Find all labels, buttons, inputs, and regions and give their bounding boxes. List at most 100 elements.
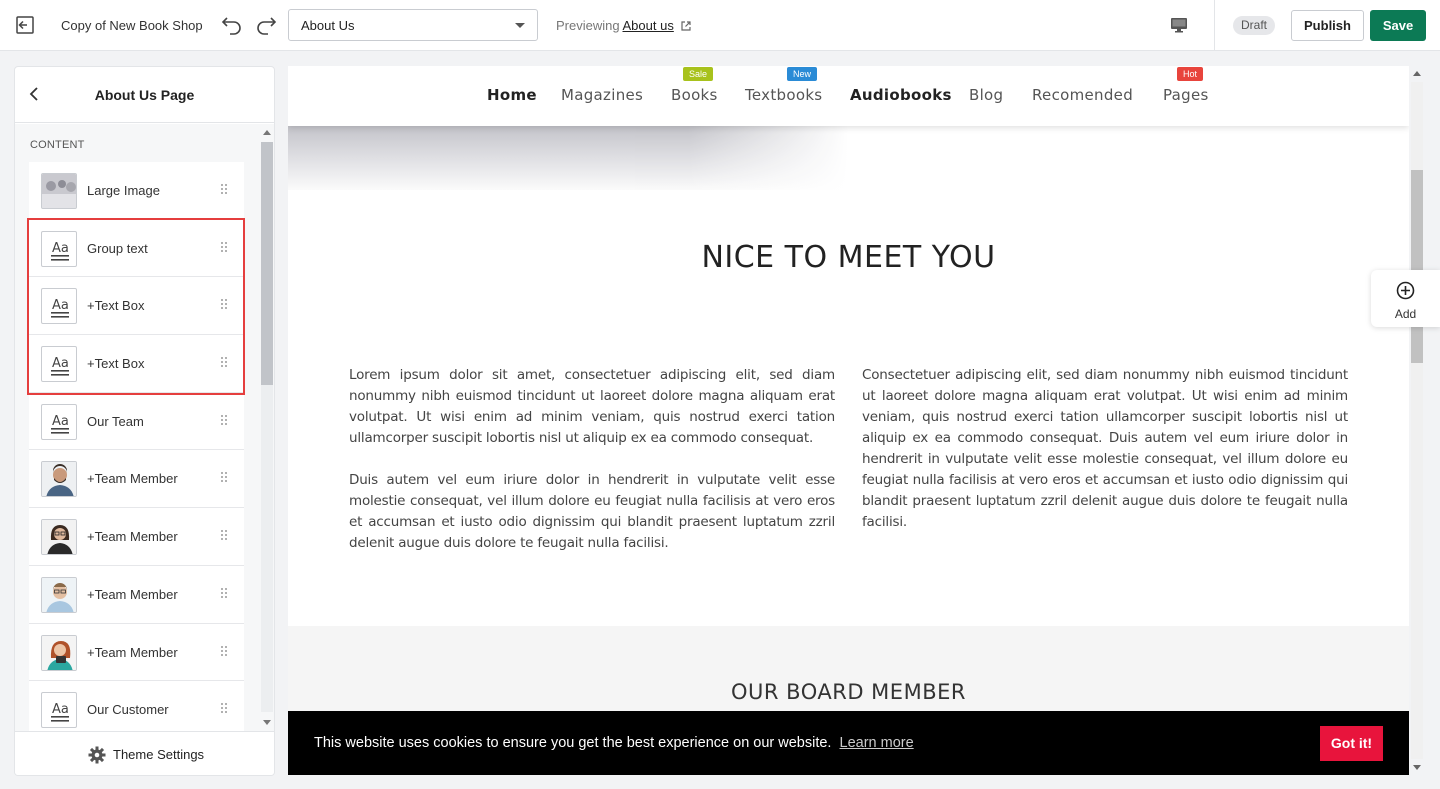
scroll-down-icon[interactable] <box>1413 765 1421 770</box>
section-item-team-member[interactable]: +Team Member <box>29 565 244 624</box>
scroll-down-icon[interactable] <box>263 720 271 725</box>
drag-handle-icon[interactable] <box>221 587 227 600</box>
image-thumbnail <box>41 173 77 209</box>
text-box-paragraph: Duis autem vel eum iriure dolor in hendr… <box>349 472 835 551</box>
person-thumbnail <box>41 519 77 556</box>
text-icon: Aa <box>41 346 77 383</box>
drag-handle-icon[interactable] <box>221 472 227 484</box>
preview-page-link[interactable]: About us <box>623 18 674 33</box>
svg-text:Aa: Aa <box>52 356 69 371</box>
chevron-down-icon <box>515 23 525 28</box>
text-icon: Aa <box>41 230 77 267</box>
board-title: OUR BOARD MEMBER <box>731 680 966 704</box>
section-item-team-member[interactable]: +Team Member <box>29 623 244 682</box>
section-item-large-image[interactable]: Large Image <box>29 162 244 220</box>
person-thumbnail <box>41 576 77 613</box>
section-item-label: +Team Member <box>87 471 178 487</box>
theme-settings-button[interactable]: Theme Settings <box>15 731 274 775</box>
section-item-label: +Team Member <box>87 644 178 660</box>
section-item-label: +Text Box <box>87 356 145 372</box>
drag-handle-icon[interactable] <box>221 645 227 658</box>
scroll-up-icon[interactable] <box>263 130 271 135</box>
desktop-icon[interactable] <box>1170 16 1188 39</box>
section-heading: NICE TO MEET YOU <box>701 240 996 275</box>
save-button[interactable]: Save <box>1370 10 1426 41</box>
nav-item-blog[interactable]: Blog <box>969 86 1003 104</box>
nav-item-pages[interactable]: Pages <box>1163 86 1209 104</box>
sidebar-content: CONTENT Large Image Aa Group text Aa +Te… <box>15 124 274 731</box>
nav-item-textbooks[interactable]: Textbooks <box>745 86 822 104</box>
add-label: Add <box>1394 307 1417 321</box>
text-icon: Aa <box>41 288 77 325</box>
sidebar-title: About Us Page <box>94 87 195 103</box>
text-box-paragraph: Consectetuer adipiscing elit, sed diam n… <box>862 367 1348 530</box>
drag-handle-icon[interactable] <box>221 299 227 311</box>
svg-text:Aa: Aa <box>52 414 69 429</box>
nav-item-audiobooks[interactable]: Audiobooks <box>850 86 952 104</box>
section-item-group-text[interactable]: Aa Group text <box>29 219 244 278</box>
cookie-message: This website uses cookies to ensure you … <box>314 735 914 751</box>
section-item-team-member[interactable]: +Team Member <box>29 508 244 566</box>
top-bar: Copy of New Book Shop About Us Previewin… <box>0 0 1440 51</box>
section-item-label: +Text Box <box>87 298 145 314</box>
external-link-icon[interactable] <box>681 19 692 34</box>
previewing-info: Previewing About us <box>556 18 692 34</box>
divider <box>1214 0 1215 50</box>
learn-more-link[interactable]: Learn more <box>840 735 914 751</box>
nav-item-books[interactable]: Books <box>671 86 718 104</box>
text-icon: Aa <box>41 403 77 440</box>
scrollbar-thumb[interactable] <box>261 142 273 385</box>
publish-button[interactable]: Publish <box>1291 10 1364 41</box>
hot-badge: Hot <box>1177 67 1204 81</box>
svg-text:Aa: Aa <box>52 241 69 256</box>
drag-handle-icon[interactable] <box>221 241 227 254</box>
person-thumbnail <box>41 634 77 671</box>
nav-item-magazines[interactable]: Magazines <box>561 86 643 104</box>
cookie-text: This website uses cookies to ensure you … <box>314 735 832 751</box>
section-item-team-member[interactable]: +Team Member <box>29 450 244 509</box>
page-select[interactable]: About Us <box>288 9 538 41</box>
sidebar-scrollbar[interactable] <box>259 124 274 731</box>
site-nav: Home Magazines Sale Books New Textbooks … <box>288 66 1409 126</box>
section-item-our-customer[interactable]: Aa Our Customer <box>29 681 244 731</box>
preview-scrollbar[interactable] <box>1409 66 1425 775</box>
nav-item-recomended[interactable]: Recomended <box>1032 86 1133 104</box>
svg-text:Aa: Aa <box>52 702 69 717</box>
status-badge: Draft <box>1233 16 1276 35</box>
drag-handle-icon[interactable] <box>221 414 227 427</box>
text-icon: Aa <box>41 692 77 729</box>
hero-image <box>288 126 848 190</box>
drag-handle-icon[interactable] <box>221 184 227 196</box>
add-section-button[interactable]: Add <box>1371 270 1440 327</box>
exit-editor-icon[interactable] <box>14 14 36 36</box>
section-item-label: +Team Member <box>87 586 178 602</box>
got-it-button[interactable]: Got it! <box>1320 726 1383 761</box>
new-badge: New <box>787 67 818 81</box>
redo-icon[interactable] <box>254 13 278 42</box>
cookie-banner: This website uses cookies to ensure you … <box>288 711 1409 775</box>
section-item-label: Large Image <box>87 183 160 198</box>
gear-icon <box>88 746 106 769</box>
theme-settings-label: Theme Settings <box>113 747 205 762</box>
section-item-text-box[interactable]: Aa +Text Box <box>29 277 244 336</box>
person-thumbnail <box>41 461 77 498</box>
scroll-up-icon[interactable] <box>1413 71 1421 76</box>
undo-icon[interactable] <box>220 13 244 42</box>
store-name: Copy of New Book Shop <box>61 18 203 33</box>
page-select-value: About Us <box>301 18 355 33</box>
scrollbar-thumb[interactable] <box>1411 170 1423 363</box>
drag-handle-icon[interactable] <box>221 530 227 542</box>
drag-handle-icon[interactable] <box>221 357 227 369</box>
svg-text:Aa: Aa <box>52 298 69 313</box>
sidebar-header: About Us Page <box>15 67 274 123</box>
sidebar: About Us Page CONTENT Large Image Aa Gro… <box>14 66 275 776</box>
section-item-text-box[interactable]: Aa +Text Box <box>29 335 244 393</box>
text-box-paragraph: Lorem ipsum dolor sit amet, consectetuer… <box>349 367 835 446</box>
plus-circle-icon <box>1396 281 1415 305</box>
nav-item-home[interactable]: Home <box>487 86 537 104</box>
section-item-our-team[interactable]: Aa Our Team <box>29 392 244 451</box>
section-item-label: Our Team <box>87 413 144 429</box>
drag-handle-icon[interactable] <box>221 703 227 715</box>
previewing-label: Previewing <box>556 18 620 33</box>
section-label: CONTENT <box>30 139 85 151</box>
